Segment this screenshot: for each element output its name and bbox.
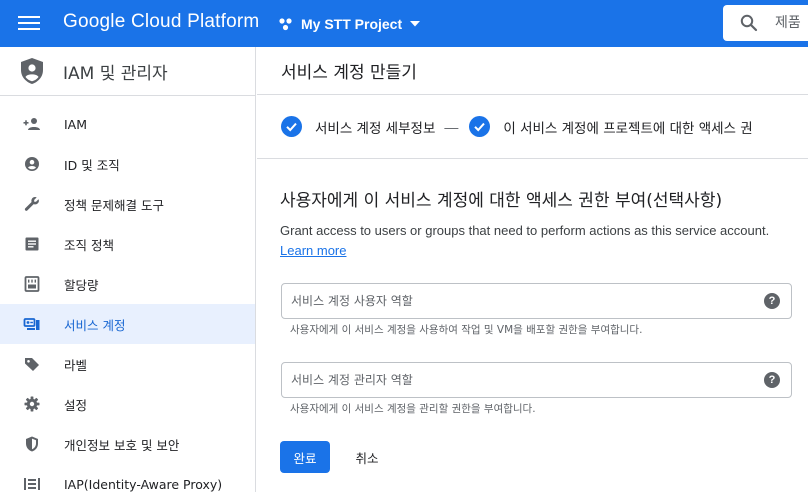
sidebar: IAM 및 관리자 IAM ID 및 조직 정책 문제해결 도구 조직 정책 할… [0,47,256,492]
step-service-account-details[interactable]: 서비스 계정 세부정보 [281,116,435,137]
page-header: 서비스 계정 만들기 [257,47,808,95]
iap-icon [23,475,41,492]
quota-meter-icon [23,275,41,293]
person-add-icon [23,115,41,133]
help-icon[interactable]: ? [764,372,780,388]
sidebar-item-label: 서비스 계정 [64,317,126,333]
step-separator: — [444,118,459,135]
service-account-admin-role-field[interactable]: ? [281,362,792,398]
sidebar-title: IAM 및 관리자 [63,63,168,84]
project-name: My STT Project [301,16,403,32]
sidebar-item-label: 설정 [64,397,88,413]
sidebar-item-label: 개인정보 보호 및 보안 [64,437,180,453]
step-label: 이 서비스 계정에 프로젝트에 대한 액세스 권 [503,120,753,137]
sidebar-item-org-policies[interactable]: 조직 정책 [0,224,255,264]
chevron-down-icon [410,21,421,27]
sidebar-item-iap[interactable]: IAP(Identity-Aware Proxy) [0,464,255,492]
search-icon [740,14,758,32]
security-shield-icon [23,435,41,453]
field-hint: 사용자에게 이 서비스 계정을 사용하여 작업 및 VM을 배포할 권한을 부여… [290,324,643,336]
service-account-user-role-field[interactable]: ? [281,283,792,319]
sidebar-item-quotas[interactable]: 할당량 [0,264,255,304]
sidebar-header: IAM 및 관리자 [0,47,255,96]
sidebar-item-label: 정책 문제해결 도구 [64,197,164,213]
check-circle-icon [469,116,491,137]
label-tag-icon [23,355,41,373]
brand-title[interactable]: Google Cloud Platform [63,11,259,33]
list-document-icon [23,235,41,253]
search-input[interactable] [775,15,808,31]
service-account-user-role-input[interactable] [291,291,731,311]
project-hexagon-icon [279,18,292,31]
field-hint: 사용자에게 이 서비스 계정을 관리할 권한을 부여합니다. [290,403,536,415]
sidebar-item-policy-troubleshooter[interactable]: 정책 문제해결 도구 [0,184,255,224]
main-content: 서비스 계정 만들기 서비스 계정 세부정보 — 이 서비스 계정에 프로젝트에… [257,47,808,492]
check-circle-icon [281,116,302,137]
help-icon[interactable]: ? [764,293,780,309]
search-box[interactable] [723,5,808,41]
sidebar-item-label: ID 및 조직 [64,157,120,173]
sidebar-item-service-accounts[interactable]: 서비스 계정 [0,304,255,344]
sidebar-item-iam[interactable]: IAM [0,104,255,144]
page-title: 서비스 계정 만들기 [281,63,417,83]
service-account-icon [23,315,41,333]
top-app-bar: Google Cloud Platform My STT Project [0,0,808,47]
sidebar-item-privacy-security[interactable]: 개인정보 보호 및 보안 [0,424,255,464]
learn-more-link[interactable]: Learn more [280,243,346,258]
sidebar-item-settings[interactable]: 설정 [0,384,255,424]
sidebar-item-label: IAM [64,116,88,132]
section-description: Grant access to users or groups that nee… [280,223,770,238]
project-selector[interactable]: My STT Project [278,12,421,36]
cancel-button[interactable]: 취소 [343,441,391,473]
wrench-icon [23,195,41,213]
sidebar-item-labels[interactable]: 라벨 [0,344,255,384]
sidebar-item-label: IAP(Identity-Aware Proxy) [64,476,223,492]
sidebar-nav: IAM ID 및 조직 정책 문제해결 도구 조직 정책 할당량 서비스 계정 … [0,96,255,492]
sidebar-item-label: 할당량 [64,277,99,293]
section-title: 사용자에게 이 서비스 계정에 대한 액세스 권한 부여(선택사항) [280,191,723,211]
hamburger-menu-icon[interactable] [18,13,40,33]
step-label: 서비스 계정 세부정보 [315,120,436,137]
sidebar-item-label: 조직 정책 [64,237,114,253]
sidebar-item-label: 라벨 [64,357,88,373]
shield-user-icon [21,58,43,84]
step-grant-project-access[interactable]: 이 서비스 계정에 프로젝트에 대한 액세스 권 [469,116,753,137]
sidebar-item-identity-org[interactable]: ID 및 조직 [0,144,255,184]
service-account-admin-role-input[interactable] [291,370,731,390]
gear-icon [23,395,41,413]
account-circle-icon [23,155,41,173]
done-button[interactable]: 완료 [280,441,330,473]
stepper: 서비스 계정 세부정보 — 이 서비스 계정에 프로젝트에 대한 액세스 권 [257,95,808,159]
